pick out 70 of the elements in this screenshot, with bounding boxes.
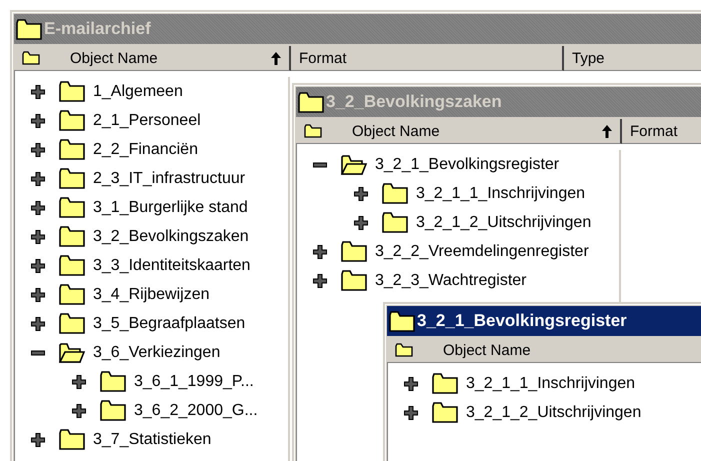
plus-icon[interactable] (313, 274, 327, 288)
folder-name[interactable]: 3_5_Begraafplaatsen (93, 314, 246, 332)
plus-icon[interactable] (313, 244, 327, 258)
folder-icon (382, 212, 408, 233)
folder-icon (16, 18, 42, 40)
folder-name[interactable]: 3_2_1_1_Inschrijvingen (466, 374, 636, 392)
plus-icon[interactable] (72, 374, 86, 388)
open-folder-icon (341, 154, 367, 175)
window-title: E-mailarchief (44, 19, 151, 39)
window-title: 3_2_Bevolkingszaken (326, 92, 502, 112)
folder-name[interactable]: 1_Algemeen (93, 82, 183, 100)
plus-icon[interactable] (31, 432, 45, 446)
open-folder-icon (59, 342, 85, 363)
folder-name[interactable]: 2_3_IT_infrastructuur (93, 170, 246, 188)
plus-icon[interactable] (31, 142, 45, 156)
plus-icon[interactable] (31, 114, 45, 128)
folder-name[interactable]: 3_2_1_2_Uitschrijvingen (416, 214, 592, 232)
folder-icon (59, 197, 85, 218)
folder-name[interactable]: 2_2_Financiën (93, 140, 198, 158)
folder-name[interactable]: 3_6_Verkiezingen (93, 344, 220, 362)
folder-name[interactable]: 3_2_2_Vreemdelingenregister (375, 242, 589, 260)
folder-icon (341, 270, 367, 291)
folder-icon (100, 400, 126, 421)
folder-icon (341, 241, 367, 262)
plus-icon[interactable] (404, 406, 418, 420)
plus-icon[interactable] (31, 200, 45, 214)
folder-name[interactable]: 2_1_Personeel (93, 112, 201, 130)
folder-name[interactable]: 3_1_Burgerlijke stand (93, 198, 248, 216)
folder-name[interactable]: 3_2_3_Wachtregister (375, 272, 526, 290)
folder-name[interactable]: 3_2_1_1_Inschrijvingen (416, 184, 586, 202)
plus-icon[interactable] (72, 404, 86, 418)
folder-icon (395, 343, 413, 357)
plus-icon[interactable] (31, 288, 45, 302)
folder-name[interactable]: 3_4_Rijbewijzen (93, 286, 210, 304)
plus-icon[interactable] (404, 376, 418, 390)
plus-icon[interactable] (31, 230, 45, 244)
folder-name[interactable]: 3_3_Identiteitskaarten (93, 256, 250, 274)
plus-icon[interactable] (31, 316, 45, 330)
column-header[interactable]: Object Name (14, 46, 291, 71)
folder-icon (298, 92, 324, 112)
folder-icon (59, 313, 85, 334)
plus-icon[interactable] (31, 258, 45, 272)
folder-icon (100, 371, 126, 392)
folder-icon (22, 51, 40, 65)
folder-icon (59, 226, 85, 247)
plus-icon[interactable] (31, 84, 45, 98)
folder-icon (59, 255, 85, 276)
folder-icon (59, 284, 85, 305)
folder-name[interactable]: 3_2_1_Bevolkingsregister (375, 156, 560, 174)
folder-name[interactable]: 3_2_1_2_Uitschrijvingen (466, 404, 642, 422)
folder-name[interactable]: 3_7_Statistieken (93, 430, 212, 448)
folder-icon (432, 402, 458, 423)
folder-icon (304, 124, 322, 138)
folder-icon (59, 139, 85, 160)
folder-name[interactable]: 3_2_Bevolkingszaken (93, 228, 249, 246)
folder-name[interactable]: 3_6_1_1999_P... (134, 372, 254, 390)
plus-icon[interactable] (354, 186, 368, 200)
folder-icon (59, 110, 85, 131)
column-header[interactable]: Format (291, 46, 564, 71)
plus-icon[interactable] (354, 216, 368, 230)
column-header[interactable]: Object Name (296, 119, 622, 144)
window-title: 3_2_1_Bevolkingsregister (417, 311, 627, 331)
folder-icon (59, 81, 85, 102)
folder-icon (59, 429, 85, 450)
folder-icon (382, 183, 408, 204)
folder-icon (389, 310, 415, 332)
folder-icon (432, 373, 458, 394)
plus-icon[interactable] (31, 172, 45, 186)
folder-name[interactable]: 3_6_2_2000_G... (134, 402, 258, 420)
folder-icon (59, 168, 85, 189)
